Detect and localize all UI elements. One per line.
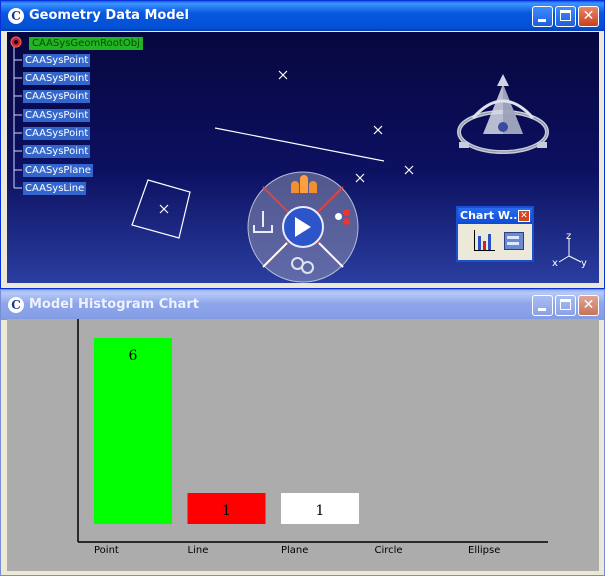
tree-item-plane[interactable]: CAASysPlane (23, 164, 93, 177)
model-histogram-chart-window: C Model Histogram Chart ✕ Point Line Plane… (0, 289, 605, 576)
root-gear-icon (10, 36, 22, 48)
histogram-chart-button[interactable] (472, 228, 496, 254)
titlebar[interactable]: C Geometry Data Model ✕ (1, 1, 604, 31)
link-icon[interactable] (291, 257, 314, 274)
app-icon: C (8, 297, 24, 313)
analysis-icon[interactable] (335, 209, 351, 225)
geometry-line (214, 127, 385, 162)
tree-item-line[interactable]: CAASysLine (23, 182, 87, 195)
app-icon: C (8, 8, 24, 24)
radial-navigation-menu[interactable] (247, 171, 359, 283)
tree-item-point-3[interactable]: CAASysPoint (23, 90, 91, 103)
window-title: Geometry Data Model (29, 8, 189, 23)
x-tick-label-line: Line (187, 545, 209, 556)
tree-item-point-1[interactable]: CAASysPoint (23, 54, 91, 67)
tree-item-point-2[interactable]: CAASysPoint (23, 72, 91, 85)
histogram-chart: Point Line Plane Circle Ellipse 6 1 1 (7, 319, 599, 571)
3d-viewer[interactable]: z y x CAASysGeomRootObj CAASysPoint CAAS… (7, 32, 599, 283)
window-title: Model Histogram Chart (29, 297, 199, 312)
table-icon (504, 232, 524, 250)
x-tick-label-point: Point (94, 545, 119, 556)
tree-connectors (13, 46, 22, 189)
bar-value-label-point: 6 (128, 348, 138, 364)
tree-item-point-6[interactable]: CAASysPoint (23, 145, 91, 158)
close-button[interactable]: ✕ (578, 6, 599, 27)
axis-x-label: x (552, 258, 558, 269)
bar-value-label-plane: 1 (315, 503, 325, 519)
tripod-icon[interactable] (251, 211, 275, 237)
tree-item-point-5[interactable]: CAASysPoint (23, 127, 91, 140)
people-icon[interactable] (291, 175, 317, 195)
tree-item-point-4[interactable]: CAASysPoint (23, 109, 91, 122)
geometry-plane (131, 179, 191, 239)
x-tick-label-plane: Plane (281, 545, 309, 556)
bar-point (94, 338, 172, 524)
minimize-button[interactable] (532, 295, 553, 316)
geometry-data-model-window: C Geometry Data Model ✕ z y x CAASysGeom… (0, 0, 605, 289)
table-chart-button[interactable] (502, 228, 526, 254)
x-tick-label-ellipse: Ellipse (468, 545, 501, 556)
titlebar[interactable]: C Model Histogram Chart ✕ (1, 290, 604, 320)
axis-z-label: z (566, 231, 571, 242)
close-button[interactable]: ✕ (578, 295, 599, 316)
minimize-button[interactable] (532, 6, 553, 27)
compass-icon (457, 74, 549, 154)
bar-chart-icon (474, 230, 495, 251)
axis-y-label: y (581, 258, 587, 269)
maximize-button[interactable] (555, 295, 576, 316)
maximize-button[interactable] (555, 6, 576, 27)
tree-root-item[interactable]: CAASysGeomRootObj (29, 37, 143, 50)
chart-window-palette[interactable]: Chart W... ✕ (456, 206, 534, 262)
x-tick-label-circle: Circle (374, 545, 403, 556)
bar-value-label-line: 1 (222, 503, 231, 519)
play-icon[interactable] (295, 217, 311, 237)
chart-window-close-icon[interactable]: ✕ (518, 210, 530, 222)
